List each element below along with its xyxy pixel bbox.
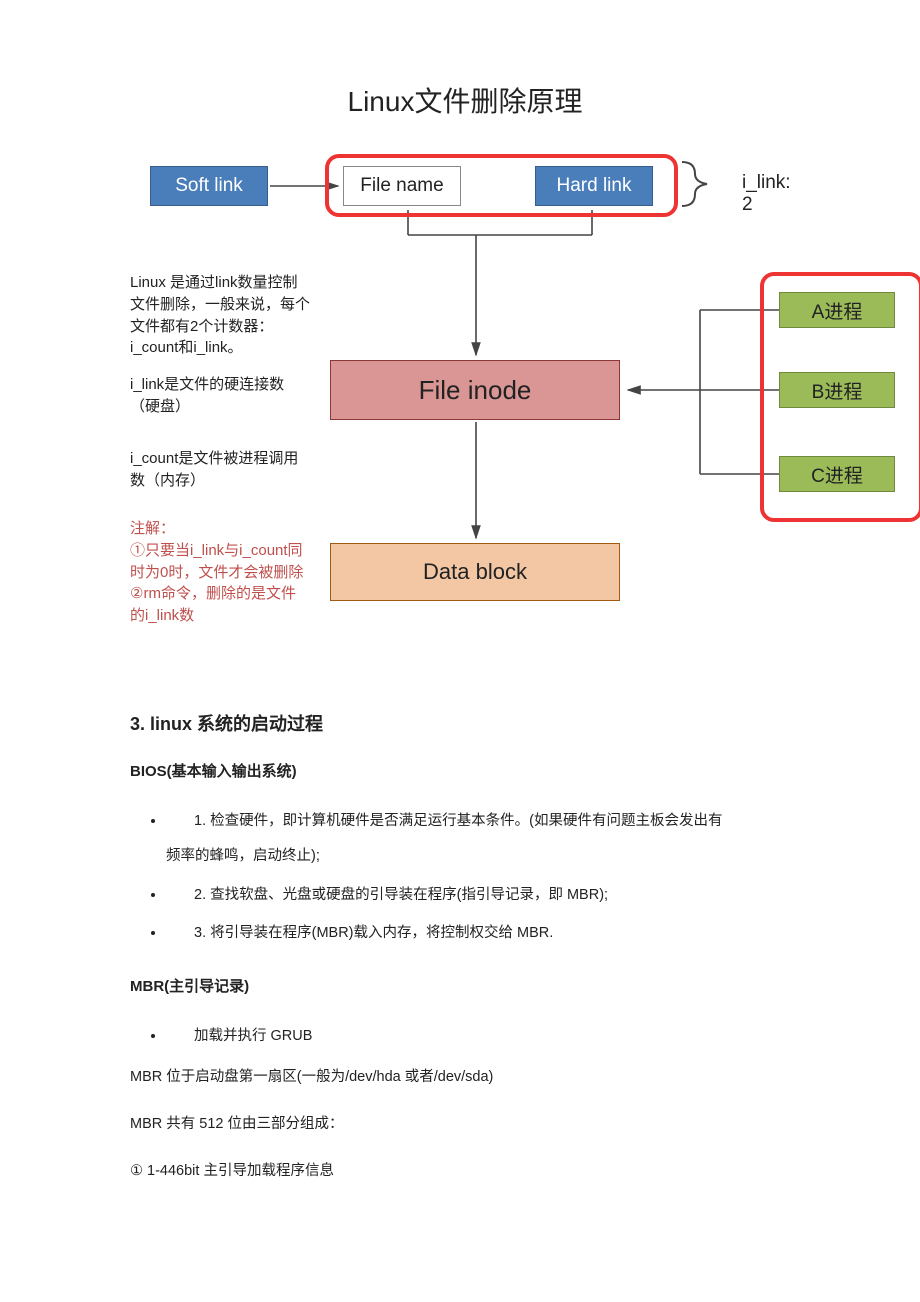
section-heading: 3. linux 系统的启动过程 xyxy=(130,710,800,736)
list-text: 1. 检查硬件，即计算机硬件是否满足运行基本条件。(如果硬件有问题主板会发出有 xyxy=(194,813,722,829)
side-text-1: Linux 是通过link数量控制文件删除，一般来说，每个文件都有2个计数器：i… xyxy=(130,272,310,359)
list-item: 加载并执行 GRUB xyxy=(166,1019,800,1054)
data-block-box: Data block xyxy=(330,543,620,601)
hardlink-box: Hard link xyxy=(535,166,653,206)
list-item: 2. 查找软盘、光盘或硬盘的引导装在程序(指引导记录，即 MBR); xyxy=(166,878,800,913)
brace-icon xyxy=(676,160,728,208)
process-a-box: A进程 xyxy=(779,292,895,328)
process-b-box: B进程 xyxy=(779,372,895,408)
page-title: Linux文件删除原理 xyxy=(130,80,800,120)
list-text: 频率的蜂鸣，启动终止); xyxy=(166,839,320,874)
body-text: MBR 位于启动盘第一扇区(一般为/dev/hda 或者/dev/sda) xyxy=(130,1060,800,1095)
side-text-3: i_count是文件被进程调用数（内存） xyxy=(130,448,310,492)
side-text-4: 注解： ①只要当i_link与i_count同时为0时，文件才会被删除 ②rm命… xyxy=(130,518,310,627)
bios-list: 1. 检查硬件，即计算机硬件是否满足运行基本条件。(如果硬件有问题主板会发出有 … xyxy=(130,804,800,951)
list-item: 1. 检查硬件，即计算机硬件是否满足运行基本条件。(如果硬件有问题主板会发出有 … xyxy=(166,804,800,874)
file-inode-box: File inode xyxy=(330,360,620,420)
deletion-diagram: Soft link File name Hard link i_link: 2 … xyxy=(130,160,800,690)
mbr-list: 加载并执行 GRUB xyxy=(130,1019,800,1054)
ilink-label: i_link: 2 xyxy=(742,172,800,216)
process-c-box: C进程 xyxy=(779,456,895,492)
list-item: 3. 将引导装在程序(MBR)载入内存，将控制权交给 MBR. xyxy=(166,916,800,951)
body-text: ① 1-446bit 主引导加载程序信息 xyxy=(130,1154,800,1189)
side-text-2: i_link是文件的硬连接数（硬盘） xyxy=(130,374,310,418)
filename-box: File name xyxy=(343,166,461,206)
bios-heading: BIOS(基本输入输出系统) xyxy=(130,754,800,790)
softlink-box: Soft link xyxy=(150,166,268,206)
mbr-heading: MBR(主引导记录) xyxy=(130,969,800,1005)
body-text: MBR 共有 512 位由三部分组成： xyxy=(130,1107,800,1142)
